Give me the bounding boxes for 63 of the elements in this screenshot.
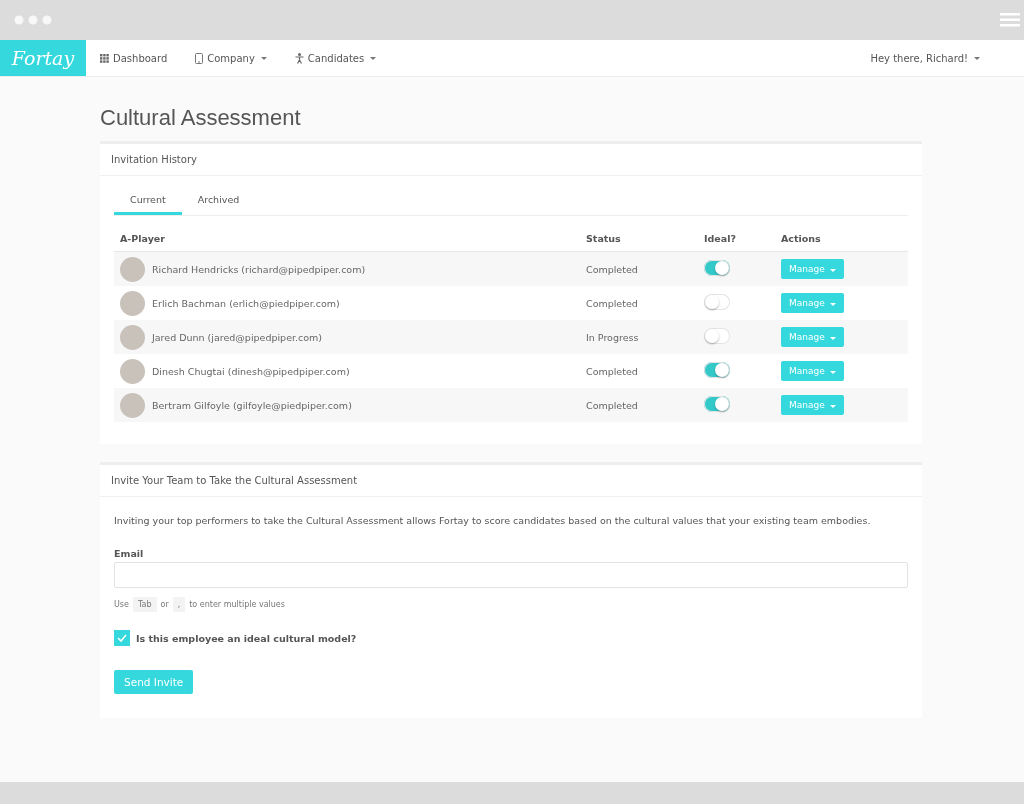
column-header: A-Player	[114, 226, 580, 252]
column-header: Ideal?	[698, 226, 775, 252]
toggle-switch[interactable]	[704, 260, 730, 276]
hint-text: Use	[114, 600, 129, 609]
tab[interactable]: Current	[114, 188, 182, 215]
hint-text: or	[160, 600, 169, 609]
manage-button[interactable]: Manage	[781, 327, 844, 347]
table-cell: Completed	[586, 399, 638, 411]
avatar	[120, 358, 145, 384]
toggle-switch[interactable]	[704, 294, 730, 310]
key-badge: ,	[172, 597, 186, 612]
table-cell: Completed	[586, 263, 638, 275]
nav-link[interactable]: Dashboard	[100, 52, 168, 64]
manage-button[interactable]: Manage	[781, 259, 844, 279]
nav-link[interactable]: Company	[195, 52, 267, 64]
menu-icon[interactable]	[1000, 13, 1020, 27]
checkbox[interactable]	[114, 630, 130, 646]
table-cell: Completed	[586, 365, 638, 377]
grid-icon	[100, 53, 109, 63]
caret-icon	[829, 303, 836, 306]
caret-icon	[974, 56, 980, 60]
person-icon	[294, 52, 304, 64]
avatar	[120, 324, 145, 350]
caret-icon	[829, 371, 836, 374]
panel-title: Invite Your Team to Take the Cultural Assessment	[100, 465, 922, 497]
hint-text: to enter multiple values	[189, 600, 285, 609]
manage-button[interactable]: Manage	[781, 293, 844, 313]
checkmark-icon	[117, 634, 127, 642]
caret-icon	[260, 56, 267, 60]
caret-icon	[829, 269, 836, 272]
panel-title: Invitation History	[100, 144, 922, 176]
caret-icon	[829, 337, 836, 340]
table-cell: Bertram Gilfoyle (gilfoyle@piedpiper.com)	[152, 399, 352, 411]
table-cell: Erlich Bachman (erlich@piedpiper.com)	[152, 297, 340, 309]
table-cell: In Progress	[586, 331, 639, 343]
toggle-switch[interactable]	[704, 362, 730, 378]
caret-icon	[829, 405, 836, 408]
toggle-switch[interactable]	[704, 328, 730, 344]
nav-link[interactable]: Candidates	[294, 52, 377, 64]
caret-icon	[370, 56, 377, 60]
toggle-switch[interactable]	[704, 396, 730, 412]
key-badge: Tab	[132, 597, 157, 612]
tab[interactable]: Archived	[181, 188, 256, 215]
table-cell: Dinesh Chugtai (dinesh@pipedpiper.com)	[152, 365, 350, 377]
description-text: Inviting your top performers to take the Cultural Assessment allows Fortay to score candidates based on the cultural values that your existing team embodies.	[114, 515, 872, 526]
checkbox-label: Is this employee an ideal cultural model?	[136, 632, 357, 644]
brand-logo[interactable]: Fortay	[0, 40, 86, 76]
table-cell: Completed	[586, 297, 638, 309]
avatar	[120, 290, 145, 316]
send-invite-button[interactable]: Send Invite	[114, 670, 194, 694]
column-header: Actions	[775, 226, 908, 252]
user-menu[interactable]: Hey there, Richard!	[870, 52, 980, 64]
tablet-icon	[195, 52, 204, 64]
field-label: Email	[114, 548, 145, 559]
manage-button[interactable]: Manage	[781, 361, 844, 381]
avatar	[120, 392, 145, 418]
table-cell: Richard Hendricks (richard@pipedpiper.com)	[152, 263, 366, 275]
manage-button[interactable]: Manage	[781, 395, 844, 415]
column-header: Status	[580, 226, 698, 252]
email-input[interactable]	[114, 562, 908, 588]
avatar	[120, 256, 145, 282]
table-cell: Jared Dunn (jared@pipedpiper.com)	[152, 331, 323, 343]
page-title: Cultural Assessment	[100, 105, 302, 131]
